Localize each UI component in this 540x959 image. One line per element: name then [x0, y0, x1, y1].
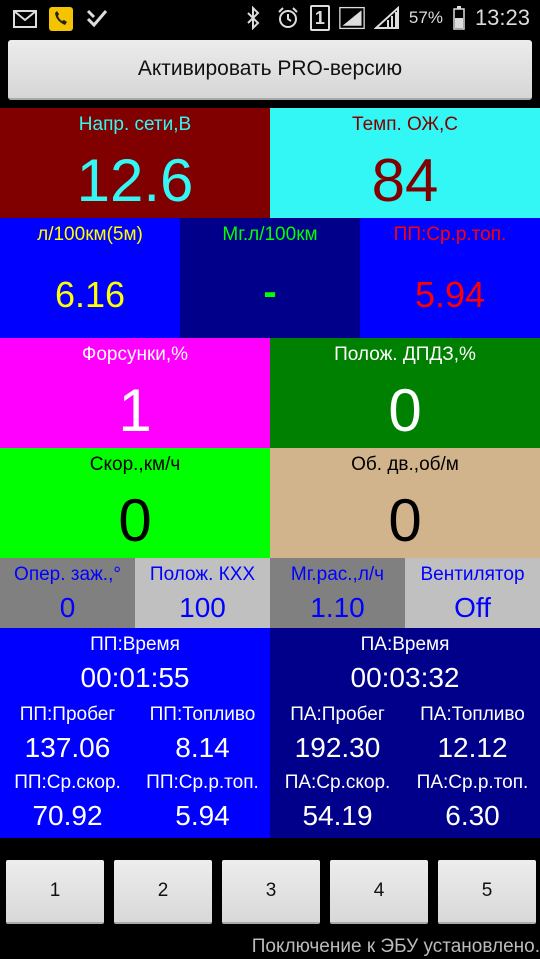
check-app-icon [84, 6, 110, 32]
current-trip-distance-value: 137.06 [24, 732, 111, 763]
iac-label: Полож. КХХ [149, 564, 256, 585]
page-button-1-label: 1 [49, 880, 61, 901]
page-button-5[interactable]: 5 [438, 860, 536, 924]
current-trip-time-label: ПП:Время [90, 634, 180, 655]
trip-avg-fuel-label: ПП:Ср.р.топ. [393, 224, 507, 245]
instant-fuel-value: - [263, 270, 277, 314]
phone-app-icon [48, 6, 74, 32]
injectors-label: Форсунки,% [81, 344, 189, 365]
ignition-value: 0 [59, 592, 76, 623]
iac-value: 100 [179, 592, 226, 623]
coolant-temp-tile: Темп. ОЖ,С 84 [270, 108, 540, 218]
fan-label: Вентилятор [420, 564, 525, 585]
sim-1-icon: 1 [309, 5, 330, 31]
instant-flow-value: 1.10 [310, 592, 365, 623]
speed-value: 0 [118, 487, 152, 554]
ignition-label: Опер. заж.,° [14, 564, 121, 585]
total-trip-avg-fuel-label: ПА:Ср.р.топ. [416, 772, 529, 793]
bluetooth-icon [240, 5, 266, 31]
total-trip-distance-label: ПА:Пробег [290, 704, 385, 725]
coolant-temp-label: Темп. ОЖ,С [352, 114, 458, 135]
instant-flow-label: Мг.рас.,л/ч [290, 564, 385, 585]
total-trip-panel: ПА:Время 00:03:32 ПА:Пробег ПА:Топливо 1… [270, 628, 540, 838]
injectors-tile: Форсунки,% 1 [0, 338, 270, 448]
fan-value: Off [454, 592, 491, 623]
page-button-5-label: 5 [481, 880, 493, 901]
speed-label: Скор.,км/ч [89, 454, 181, 475]
current-trip-avg-fuel-label: ПП:Ср.р.топ. [146, 772, 259, 793]
total-trip-time-label: ПА:Время [360, 634, 450, 655]
total-trip-fuel-label: ПА:Топливо [420, 704, 525, 725]
total-trip-time-value: 00:03:32 [350, 662, 460, 693]
speed-tile: Скор.,км/ч 0 [0, 448, 270, 558]
battery-percent: 57% [408, 8, 443, 27]
status-bar: 1 57% 13:23 [0, 0, 540, 38]
page-button-4[interactable]: 4 [330, 860, 428, 924]
trip-avg-fuel-tile: ПП:Ср.р.топ. 5.94 [360, 218, 540, 338]
trip-avg-fuel-value: 5.94 [414, 274, 486, 315]
throttle-label: Полож. ДПДЗ,% [334, 344, 476, 365]
instant-fuel-tile: Мг.л/100км - [180, 218, 360, 338]
page-button-4-label: 4 [373, 880, 385, 901]
activate-pro-button[interactable]: Активировать PRO-версию [8, 40, 532, 100]
rpm-value: 0 [388, 487, 422, 554]
activate-pro-label: Активировать PRO-версию [137, 57, 403, 80]
instant-fuel-label: Мг.л/100км [222, 224, 318, 245]
current-trip-fuel-value: 8.14 [175, 732, 230, 763]
wifi-signal-icon [373, 5, 400, 31]
page-button-3-label: 3 [265, 880, 277, 901]
page-button-2[interactable]: 2 [114, 860, 212, 924]
signal-icon [339, 5, 365, 31]
total-trip-fuel-value: 12.12 [437, 732, 508, 763]
voltage-tile: Напр. сети,В 12.6 [0, 108, 270, 218]
voltage-label: Напр. сети,В [78, 114, 192, 135]
mail-icon [12, 6, 38, 32]
fan-tile: Вентилятор Off [405, 558, 540, 628]
current-trip-avg-speed-value: 70.92 [32, 800, 103, 831]
total-trip-distance-value: 192.30 [294, 732, 381, 763]
rpm-tile: Об. дв.,об/м 0 [270, 448, 540, 558]
rpm-label: Об. дв.,об/м [351, 454, 459, 475]
current-trip-avg-speed-label: ПП:Ср.скор. [14, 772, 121, 793]
alarm-icon [275, 5, 301, 31]
fuel-5min-label: л/100км(5м) [37, 224, 143, 245]
current-trip-time-value: 00:01:55 [80, 662, 190, 693]
throttle-tile: Полож. ДПДЗ,% 0 [270, 338, 540, 448]
current-trip-fuel-label: ПП:Топливо [149, 704, 256, 725]
page-button-1[interactable]: 1 [6, 860, 104, 924]
fuel-5min-tile: л/100км(5м) 6.16 [0, 218, 180, 338]
ignition-tile: Опер. заж.,° 0 [0, 558, 135, 628]
page-button-2-label: 2 [157, 880, 169, 901]
clock: 13:23 [474, 5, 530, 30]
instant-flow-tile: Мг.рас.,л/ч 1.10 [270, 558, 405, 628]
voltage-value: 12.6 [76, 147, 194, 214]
current-trip-panel: ПП:Время 00:01:55 ПП:Пробег ПП:Топливо 1… [0, 628, 270, 838]
total-trip-avg-fuel-value: 6.30 [445, 800, 500, 831]
current-trip-avg-fuel-value: 5.94 [175, 800, 230, 831]
injectors-value: 1 [118, 377, 152, 444]
coolant-temp-value: 84 [371, 147, 439, 214]
battery-icon [452, 5, 466, 31]
throttle-value: 0 [388, 377, 422, 444]
page-button-3[interactable]: 3 [222, 860, 320, 924]
iac-tile: Полож. КХХ 100 [135, 558, 270, 628]
total-trip-avg-speed-value: 54.19 [302, 800, 373, 831]
current-trip-distance-label: ПП:Пробег [19, 704, 116, 725]
fuel-5min-value: 6.16 [54, 274, 126, 315]
sim-label: 1 [314, 7, 325, 28]
total-trip-avg-speed-label: ПА:Ср.скор. [284, 772, 391, 793]
connection-status: Поключение к ЭБУ установлено. [251, 936, 540, 957]
